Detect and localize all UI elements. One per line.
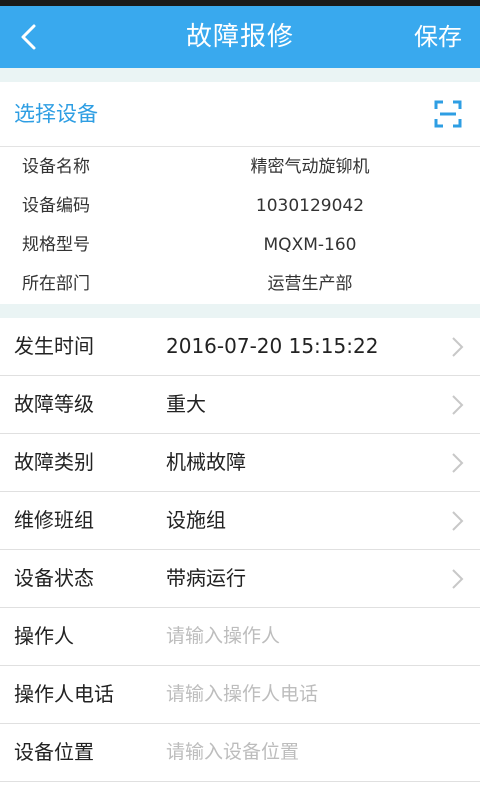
fault-type-row[interactable]: 故障类别 机械故障 bbox=[0, 434, 480, 492]
info-label: 所在部门 bbox=[22, 274, 90, 294]
app-bar: 故障报修 保存 bbox=[0, 6, 480, 68]
operator-input[interactable] bbox=[166, 608, 436, 665]
occur-time-row[interactable]: 发生时间 2016-07-20 15:15:22 bbox=[0, 318, 480, 376]
operator-phone-row: 操作人电话 bbox=[0, 666, 480, 724]
select-device-row[interactable]: 选择设备 bbox=[0, 82, 480, 147]
section-gap bbox=[0, 304, 480, 318]
section-gap bbox=[0, 68, 480, 82]
field-label: 操作人 bbox=[14, 624, 74, 648]
save-button[interactable]: 保存 bbox=[414, 6, 462, 68]
field-label: 发生时间 bbox=[14, 334, 94, 358]
info-label: 设备名称 bbox=[22, 157, 90, 177]
chevron-right-icon bbox=[452, 569, 464, 589]
info-row-department: 所在部门 运营生产部 bbox=[0, 265, 480, 304]
repair-team-row[interactable]: 维修班组 设施组 bbox=[0, 492, 480, 550]
fault-level-value: 重大 bbox=[166, 392, 206, 416]
device-info: 设备名称 精密气动旋铆机 设备编码 1030129042 规格型号 MQXM-1… bbox=[0, 148, 480, 304]
fault-level-row[interactable]: 故障等级 重大 bbox=[0, 376, 480, 434]
chevron-right-icon bbox=[452, 511, 464, 531]
operator-phone-input[interactable] bbox=[166, 666, 436, 723]
select-device-label: 选择设备 bbox=[14, 102, 98, 126]
info-value: MQXM-160 bbox=[263, 235, 357, 255]
repair-form: 发生时间 2016-07-20 15:15:22 故障等级 重大 故障类别 机械… bbox=[0, 318, 480, 782]
field-label: 维修班组 bbox=[14, 508, 94, 532]
info-row-model: 规格型号 MQXM-160 bbox=[0, 226, 480, 265]
occur-time-value: 2016-07-20 15:15:22 bbox=[166, 334, 379, 358]
field-label: 设备位置 bbox=[14, 740, 94, 764]
field-label: 设备状态 bbox=[14, 566, 94, 590]
field-label: 故障等级 bbox=[14, 392, 94, 416]
device-status-value: 带病运行 bbox=[166, 566, 246, 590]
chevron-right-icon bbox=[452, 337, 464, 357]
device-location-input[interactable] bbox=[166, 724, 436, 781]
page-title: 故障报修 bbox=[185, 22, 294, 52]
repair-team-value: 设施组 bbox=[166, 508, 226, 532]
operator-row: 操作人 bbox=[0, 608, 480, 666]
chevron-right-icon bbox=[452, 453, 464, 473]
device-location-row: 设备位置 bbox=[0, 724, 480, 782]
field-label: 操作人电话 bbox=[14, 682, 114, 706]
scan-icon[interactable] bbox=[434, 100, 462, 128]
info-value: 精密气动旋铆机 bbox=[250, 157, 370, 177]
info-value: 1030129042 bbox=[255, 196, 365, 216]
fault-type-value: 机械故障 bbox=[166, 450, 246, 474]
info-value: 运营生产部 bbox=[267, 274, 353, 294]
info-row-name: 设备名称 精密气动旋铆机 bbox=[0, 148, 480, 187]
info-row-code: 设备编码 1030129042 bbox=[0, 187, 480, 226]
device-status-row[interactable]: 设备状态 带病运行 bbox=[0, 550, 480, 608]
info-label: 设备编码 bbox=[22, 196, 90, 216]
field-label: 故障类别 bbox=[14, 450, 94, 474]
chevron-right-icon bbox=[452, 395, 464, 415]
info-label: 规格型号 bbox=[22, 235, 90, 255]
